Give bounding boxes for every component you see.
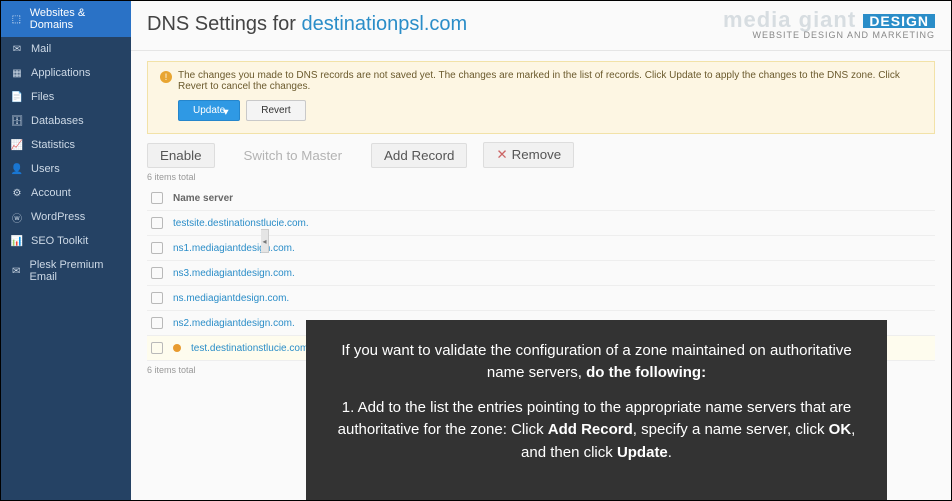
nav-label: Applications xyxy=(31,67,90,79)
nav-seo-toolkit[interactable]: 📊 SEO Toolkit xyxy=(1,229,131,253)
update-button[interactable]: Update xyxy=(178,100,240,121)
nameserver-link[interactable]: ns2.mediagiantdesign.com. xyxy=(173,318,295,329)
row-checkbox[interactable] xyxy=(151,242,163,254)
nameserver-link[interactable]: ns1.mediagiantdesign.com. xyxy=(173,243,295,254)
nav-users-icon: 👤 xyxy=(11,163,23,175)
page-title: DNS Settings for destinationpsl.com xyxy=(147,13,467,36)
nav-mail-icon: ✉ xyxy=(11,43,23,55)
table-header: Name server xyxy=(147,186,935,211)
row-checkbox[interactable] xyxy=(151,267,163,279)
row-checkbox[interactable] xyxy=(151,292,163,304)
nav-applications-icon: ▦ xyxy=(11,67,23,79)
nav-label: Users xyxy=(31,163,60,175)
nav-wordpress-icon: ⓦ xyxy=(11,211,23,223)
title-prefix: DNS Settings for xyxy=(147,13,302,35)
add-record-button[interactable]: Add Record xyxy=(371,143,467,168)
sidebar-collapse-handle[interactable]: ◂ xyxy=(261,229,269,253)
table-row: ns3.mediagiantdesign.com. xyxy=(147,261,935,286)
nameserver-link[interactable]: ns.mediagiantdesign.com. xyxy=(173,293,289,304)
nav-label: Statistics xyxy=(31,139,75,151)
warning-icon: ! xyxy=(160,71,172,83)
nav-seo-toolkit-icon: 📊 xyxy=(11,235,23,247)
nav-label: Plesk Premium Email xyxy=(30,259,122,283)
nav-label: Mail xyxy=(31,43,51,55)
nav-statistics[interactable]: 📈 Statistics xyxy=(1,133,131,157)
cursor-icon xyxy=(219,108,229,118)
row-checkbox[interactable] xyxy=(151,217,163,229)
revert-button[interactable]: Revert xyxy=(246,100,305,121)
help-paragraph-2: 1. Add to the list the entries pointing … xyxy=(336,397,857,465)
select-all-checkbox[interactable] xyxy=(151,192,163,204)
nav-files-icon: 📄 xyxy=(11,91,23,103)
nav-premium-email-icon: ✉ xyxy=(11,265,22,277)
remove-label: Remove xyxy=(512,147,562,162)
help-paragraph-1: If you want to validate the configuratio… xyxy=(336,340,857,385)
nameserver-link[interactable]: test.destinationstlucie.com. xyxy=(191,343,311,354)
brand-block: media giant DESIGN WEBSITE DESIGN AND MA… xyxy=(723,9,935,40)
nav-websites-domains-icon: ⬚ xyxy=(11,13,22,25)
nav-label: SEO Toolkit xyxy=(31,235,88,247)
remove-x-icon: ✕ xyxy=(496,147,507,162)
nav-account-icon: ⚙ xyxy=(11,187,23,199)
nav-label: Files xyxy=(31,91,54,103)
row-checkbox[interactable] xyxy=(151,317,163,329)
nav-wordpress[interactable]: ⓦ WordPress xyxy=(1,205,131,229)
title-domain: destinationpsl.com xyxy=(302,13,468,35)
remove-button[interactable]: ✕ Remove xyxy=(483,142,574,168)
nav-premium-email[interactable]: ✉ Plesk Premium Email xyxy=(1,253,131,289)
nav-statistics-icon: 📈 xyxy=(11,139,23,151)
enable-button[interactable]: Enable xyxy=(147,143,215,168)
page-header: DNS Settings for destinationpsl.com medi… xyxy=(131,1,951,51)
items-count-top: 6 items total xyxy=(147,172,935,182)
row-checkbox[interactable] xyxy=(151,342,163,354)
col-nameserver: Name server xyxy=(173,193,233,204)
nav-label: WordPress xyxy=(31,211,85,223)
nav-label: Websites & Domains xyxy=(30,7,121,31)
new-record-icon xyxy=(173,344,181,352)
table-row: ns.mediagiantdesign.com. xyxy=(147,286,935,311)
unsaved-changes-notice: ! The changes you made to DNS records ar… xyxy=(147,61,935,134)
nameserver-link[interactable]: testsite.destinationstlucie.com. xyxy=(173,218,309,229)
notice-message: The changes you made to DNS records are … xyxy=(178,70,922,92)
main-content: DNS Settings for destinationpsl.com medi… xyxy=(131,1,951,500)
brand-badge: DESIGN xyxy=(863,14,935,28)
nav-label: Databases xyxy=(31,115,84,127)
nav-applications[interactable]: ▦ Applications xyxy=(1,61,131,85)
help-overlay: If you want to validate the configuratio… xyxy=(306,320,887,501)
nav-mail[interactable]: ✉ Mail xyxy=(1,37,131,61)
nav-users[interactable]: 👤 Users xyxy=(1,157,131,181)
nav-websites-domains[interactable]: ⬚ Websites & Domains xyxy=(1,1,131,37)
sidebar: ⬚ Websites & Domains ✉ Mail ▦ Applications 📄 Fi… xyxy=(1,1,131,500)
nameserver-link[interactable]: ns3.mediagiantdesign.com. xyxy=(173,268,295,279)
brand-tagline: WEBSITE DESIGN AND MARKETING xyxy=(723,31,935,40)
records-toolbar: Enable Switch to Master Add Record ✕ Remo… xyxy=(147,142,935,168)
nav-account[interactable]: ⚙ Account xyxy=(1,181,131,205)
nav-files[interactable]: 📄 Files xyxy=(1,85,131,109)
brand-text: media giant xyxy=(723,7,856,32)
nav-databases[interactable]: 🗄 Databases xyxy=(1,109,131,133)
nav-databases-icon: 🗄 xyxy=(11,115,23,127)
switch-master-button: Switch to Master xyxy=(231,143,356,168)
nav-label: Account xyxy=(31,187,71,199)
brand-name: media giant DESIGN xyxy=(723,9,935,31)
